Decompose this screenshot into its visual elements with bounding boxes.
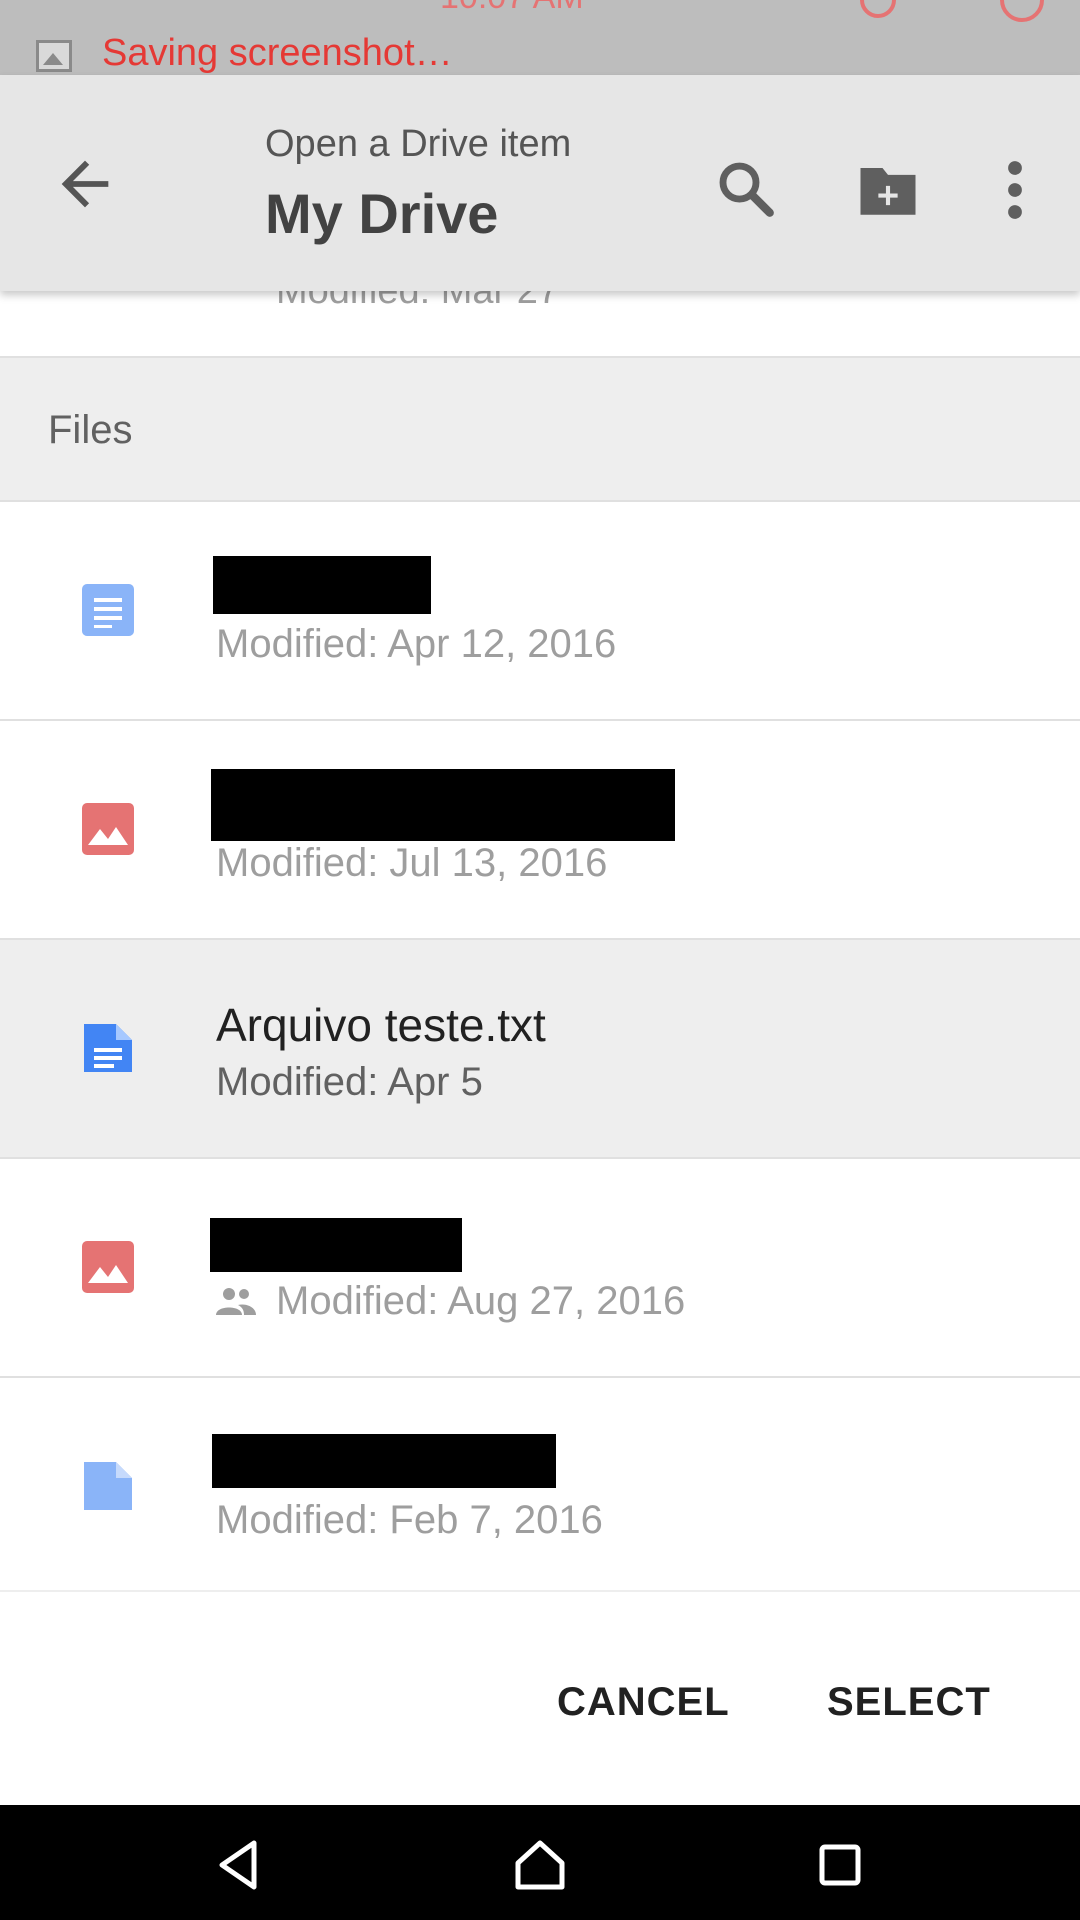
section-header: Files [0, 358, 1080, 502]
select-button[interactable]: SELECT [827, 1680, 991, 1725]
notification-bar[interactable]: 10:07 AM Saving screenshot… [0, 0, 1080, 80]
list-item[interactable]: Modified: Feb 7, 2016 [0, 1378, 1080, 1597]
image-icon [82, 803, 134, 855]
file-icon [84, 1462, 132, 1510]
redacted-filename [210, 1218, 462, 1272]
screenshot-icon [36, 40, 72, 72]
arrow-back-icon[interactable] [50, 149, 120, 219]
redacted-filename [213, 556, 431, 614]
text-file-icon [84, 1024, 132, 1072]
file-modified: Modified: Jul 13, 2016 [216, 841, 608, 885]
list-item[interactable]: Modified: Jul 13, 2016 [0, 721, 1080, 940]
file-modified: Modified: Apr 12, 2016 [216, 622, 617, 666]
file-modified: Modified: Apr 5 [216, 1060, 483, 1104]
nav-back-icon[interactable] [210, 1835, 270, 1895]
status-time: 10:07 AM [440, 0, 584, 17]
nav-home-icon[interactable] [510, 1835, 570, 1895]
file-modified: Modified: Aug 27, 2016 [276, 1279, 686, 1323]
redacted-filename [212, 1434, 556, 1488]
nav-recents-icon[interactable] [810, 1835, 870, 1895]
search-icon[interactable] [712, 155, 778, 221]
notification-message: Saving screenshot… [102, 32, 453, 74]
dialog-actions: CANCEL SELECT [0, 1590, 1080, 1805]
app-bar: Open a Drive item My Drive [0, 75, 1080, 291]
shared-people-icon [216, 1288, 256, 1315]
page-title: My Drive [265, 182, 499, 245]
list-item[interactable]: Modified: Aug 27, 2016 [0, 1159, 1080, 1378]
file-name: Arquivo teste.txt [216, 999, 546, 1051]
cancel-button[interactable]: CANCEL [557, 1680, 730, 1725]
dialog-subtitle: Open a Drive item [265, 123, 572, 165]
list-item-selected[interactable]: Arquivo teste.txt Modified: Apr 5 [0, 940, 1080, 1159]
screen: 10:07 AM Saving screenshot… Open a Drive… [0, 0, 1080, 1920]
docs-icon [82, 584, 134, 636]
file-modified: Modified: Feb 7, 2016 [216, 1498, 603, 1542]
list-item[interactable]: Modified: Apr 12, 2016 [0, 502, 1080, 721]
more-vert-icon[interactable] [1000, 157, 1030, 223]
status-icons [850, 0, 1050, 22]
section-label: Files [48, 408, 133, 452]
redacted-filename [211, 769, 675, 841]
new-folder-icon[interactable] [855, 157, 921, 223]
system-nav-bar [0, 1805, 1080, 1920]
image-icon [82, 1241, 134, 1293]
